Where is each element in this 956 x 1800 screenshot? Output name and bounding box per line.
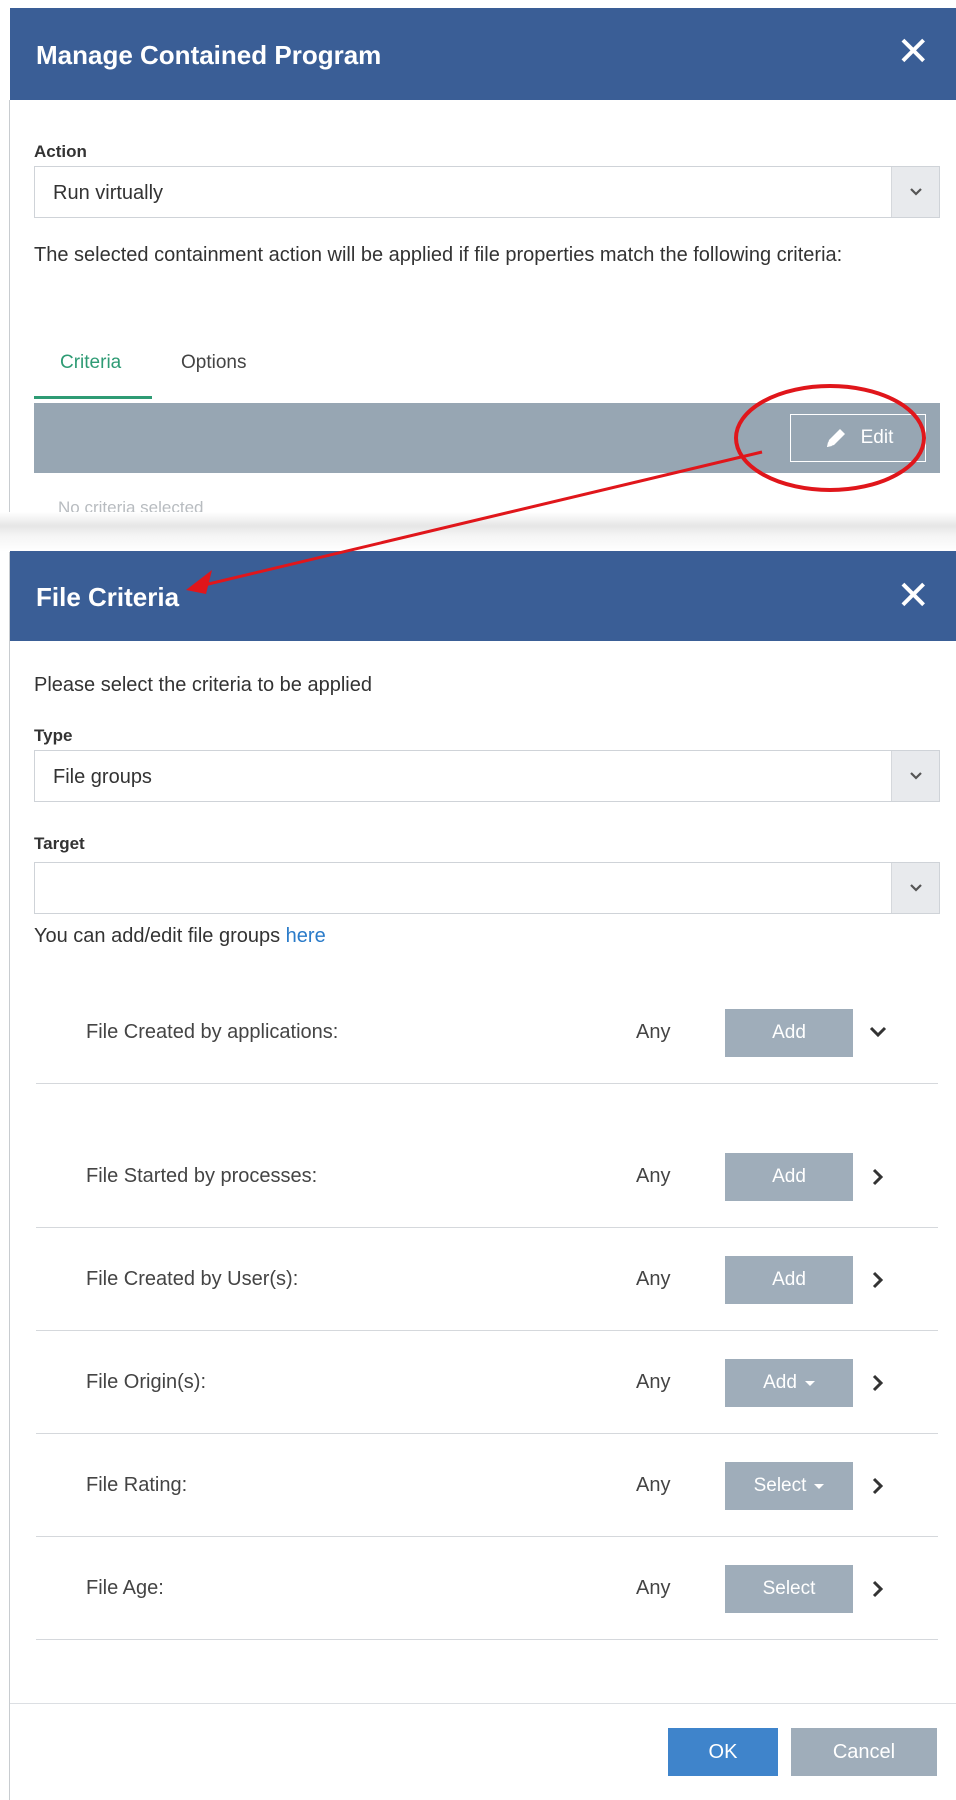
chevron-down-icon[interactable] xyxy=(891,751,939,801)
criteria-row-value: Any xyxy=(636,1371,671,1393)
add-processes-button[interactable]: Add xyxy=(725,1153,853,1201)
add-users-button[interactable]: Add xyxy=(725,1256,853,1304)
active-tab-indicator xyxy=(34,396,152,399)
cancel-button-label: Cancel xyxy=(832,1740,896,1763)
footer-divider xyxy=(10,1703,956,1704)
criteria-row-label: File Age: xyxy=(86,1577,164,1599)
criteria-row-value: Any xyxy=(636,1021,671,1043)
chevron-right-icon[interactable] xyxy=(867,1372,889,1394)
caret-down-icon xyxy=(814,1483,825,1489)
chevron-right-icon[interactable] xyxy=(867,1166,889,1188)
ok-button[interactable]: OK xyxy=(668,1728,778,1776)
ok-button-label: OK xyxy=(708,1740,738,1763)
row-divider xyxy=(36,1639,938,1640)
caret-down-icon xyxy=(804,1380,815,1386)
select-age-button[interactable]: Select xyxy=(725,1565,853,1613)
criteria-row-label: File Rating: xyxy=(86,1474,188,1496)
edit-button[interactable]: Edit xyxy=(790,414,926,462)
file-groups-help: You can add/edit file groups here xyxy=(34,921,326,951)
criteria-row-value: Any xyxy=(636,1268,671,1290)
chevron-right-icon[interactable] xyxy=(867,1269,889,1291)
close-icon[interactable]: ✕ xyxy=(896,32,930,72)
manage-dialog-header: Manage Contained Program ✕ xyxy=(10,8,956,100)
button-label: Add xyxy=(772,1022,806,1043)
file-groups-link[interactable]: here xyxy=(286,925,326,947)
target-label: Target xyxy=(34,834,85,853)
row-divider xyxy=(36,1083,938,1084)
criteria-row-label: File Origin(s): xyxy=(86,1371,207,1393)
torn-edge-divider xyxy=(0,512,956,552)
file-criteria-header: File Criteria ✕ xyxy=(10,551,956,641)
criteria-row-value: Any xyxy=(636,1577,671,1599)
type-label: Type xyxy=(34,726,73,745)
chevron-down-icon[interactable] xyxy=(891,167,939,217)
cancel-button[interactable]: Cancel xyxy=(791,1728,937,1776)
criteria-row-value: Any xyxy=(636,1474,671,1496)
select-rating-dropdown-button[interactable]: Select xyxy=(725,1462,853,1510)
criteria-toolbar: Edit xyxy=(34,403,940,473)
action-select[interactable]: Run virtually xyxy=(34,166,940,218)
action-select-value: Run virtually xyxy=(53,182,164,204)
action-label: Action xyxy=(34,142,87,161)
tab-options[interactable]: Options xyxy=(181,352,246,374)
type-select-value: File groups xyxy=(53,766,152,788)
target-select[interactable] xyxy=(34,862,940,914)
containment-description: The selected containment action will be … xyxy=(34,244,843,266)
chevron-down-icon[interactable] xyxy=(867,1021,889,1043)
add-applications-button[interactable]: Add xyxy=(725,1009,853,1057)
tab-criteria[interactable]: Criteria xyxy=(60,352,121,374)
button-label: Add xyxy=(772,1166,806,1187)
chevron-right-icon[interactable] xyxy=(867,1475,889,1497)
button-label: Select xyxy=(753,1475,807,1496)
dialog-left-border xyxy=(9,100,10,1800)
button-label: Add xyxy=(763,1372,797,1393)
criteria-row-value: Any xyxy=(636,1165,671,1187)
row-divider xyxy=(36,1433,938,1434)
row-divider xyxy=(36,1536,938,1537)
button-label: Select xyxy=(762,1578,816,1599)
chevron-right-icon[interactable] xyxy=(867,1578,889,1600)
file-groups-help-text: You can add/edit file groups xyxy=(34,925,286,947)
manage-dialog-title: Manage Contained Program xyxy=(36,40,382,70)
edit-button-label: Edit xyxy=(860,427,894,448)
row-divider xyxy=(36,1227,938,1228)
criteria-row-label: File Created by User(s): xyxy=(86,1268,299,1290)
close-icon[interactable]: ✕ xyxy=(896,576,930,616)
file-criteria-title: File Criteria xyxy=(36,582,180,612)
chevron-down-icon[interactable] xyxy=(891,863,939,913)
type-select[interactable]: File groups xyxy=(34,750,940,802)
criteria-row-label: File Created by applications: xyxy=(86,1021,339,1043)
criteria-row-label: File Started by processes: xyxy=(86,1165,318,1187)
add-origins-dropdown-button[interactable]: Add xyxy=(725,1359,853,1407)
row-divider xyxy=(36,1330,938,1331)
button-label: Add xyxy=(772,1269,806,1290)
pencil-icon xyxy=(826,429,845,447)
criteria-instruction: Please select the criteria to be applied xyxy=(34,674,372,696)
